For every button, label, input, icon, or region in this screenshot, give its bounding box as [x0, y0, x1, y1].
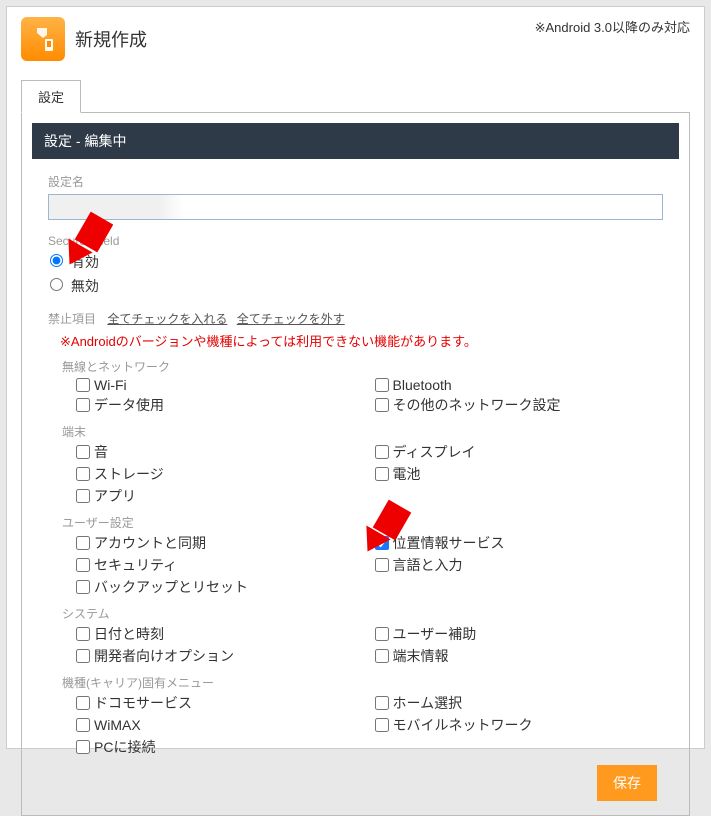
checkbox-label: ドコモサービス	[94, 693, 192, 713]
group-label: ユーザー設定	[62, 514, 663, 531]
checkbox-item[interactable]: 端末情報	[375, 646, 664, 666]
checkbox-label: バックアップとリセット	[94, 577, 248, 597]
checkbox-label: アカウントと同期	[94, 533, 206, 553]
checkbox-input[interactable]	[375, 467, 389, 481]
check-all-link[interactable]: 全てチェックを入れる	[107, 312, 227, 326]
checkbox-item[interactable]: 電池	[375, 464, 664, 484]
group-label: 機種(キャリア)固有メニュー	[62, 674, 663, 691]
checkbox-item[interactable]: 位置情報サービス	[375, 533, 664, 553]
checkbox-input[interactable]	[76, 489, 90, 503]
checkbox-item[interactable]: セキュリティ	[76, 555, 365, 575]
checkbox-input[interactable]	[375, 378, 389, 392]
checkbox-label: Wi-Fi	[94, 377, 127, 393]
checkbox-label: 言語と入力	[393, 555, 463, 575]
checkbox-input[interactable]	[375, 398, 389, 412]
checkbox-input[interactable]	[76, 378, 90, 392]
panel-title: 設定 - 編集中	[32, 123, 679, 159]
checkbox-input[interactable]	[76, 558, 90, 572]
checkbox-input[interactable]	[76, 627, 90, 641]
tab-settings[interactable]: 設定	[21, 80, 81, 113]
warning-text: ※Androidのバージョンや機種によっては利用できない機能があります。	[60, 331, 663, 350]
checkbox-input[interactable]	[76, 649, 90, 663]
checkbox-label: ホーム選択	[393, 693, 463, 713]
checkbox-label: 端末情報	[393, 646, 449, 666]
checkbox-item[interactable]: バックアップとリセット	[76, 577, 365, 597]
checkbox-label: ストレージ	[94, 464, 164, 484]
checkbox-input[interactable]	[375, 696, 389, 710]
checkbox-input[interactable]	[76, 740, 90, 754]
checkbox-item[interactable]: その他のネットワーク設定	[375, 395, 664, 415]
checkbox-label: データ使用	[94, 395, 164, 415]
checkbox-input[interactable]	[76, 398, 90, 412]
checkbox-item[interactable]: ストレージ	[76, 464, 365, 484]
radio-disabled-label: 無効	[71, 278, 99, 294]
checkbox-label: セキュリティ	[94, 555, 177, 575]
checkbox-label: その他のネットワーク設定	[393, 395, 561, 415]
checkbox-item[interactable]: アカウントと同期	[76, 533, 365, 553]
checkbox-input[interactable]	[76, 536, 90, 550]
checkbox-item[interactable]: PCに接続	[76, 737, 365, 757]
checkbox-item[interactable]: 言語と入力	[375, 555, 664, 575]
checkbox-input[interactable]	[375, 718, 389, 732]
checkbox-item[interactable]: 音	[76, 442, 365, 462]
checkbox-label: モバイルネットワーク	[393, 715, 533, 735]
tab-strip: 設定	[21, 79, 690, 113]
checkbox-input[interactable]	[76, 718, 90, 732]
checkbox-input[interactable]	[375, 445, 389, 459]
prohibit-label: 禁止項目	[48, 312, 96, 326]
checkbox-label: 電池	[393, 464, 421, 484]
checkbox-item[interactable]: モバイルネットワーク	[375, 715, 664, 735]
group-label: 無線とネットワーク	[62, 358, 663, 375]
page-title: 新規作成	[75, 26, 147, 52]
checkbox-item[interactable]: アプリ	[76, 486, 365, 506]
compat-note: ※Android 3.0以降のみ対応	[535, 17, 690, 36]
checkbox-item[interactable]: 開発者向けオプション	[76, 646, 365, 666]
checkbox-input[interactable]	[76, 467, 90, 481]
radio-disabled[interactable]: 無効	[50, 278, 99, 294]
shield-label: SecureShield	[48, 234, 663, 248]
checkbox-item[interactable]: 日付と時刻	[76, 624, 365, 644]
checkbox-item[interactable]: Wi-Fi	[76, 377, 365, 393]
group-label: 端末	[62, 423, 663, 440]
checkbox-label: 位置情報サービス	[393, 533, 505, 553]
checkbox-input[interactable]	[375, 558, 389, 572]
checkbox-item[interactable]: ディスプレイ	[375, 442, 664, 462]
checkbox-item[interactable]: ユーザー補助	[375, 624, 664, 644]
checkbox-label: 日付と時刻	[94, 624, 164, 644]
checkbox-label: 開発者向けオプション	[94, 646, 234, 666]
checkbox-input[interactable]	[76, 580, 90, 594]
uncheck-all-link[interactable]: 全てチェックを外す	[237, 312, 345, 326]
checkbox-label: ディスプレイ	[393, 442, 476, 462]
checkbox-label: 音	[94, 442, 108, 462]
checkbox-item[interactable]: Bluetooth	[375, 377, 664, 393]
checkbox-item[interactable]: ドコモサービス	[76, 693, 365, 713]
group-label: システム	[62, 605, 663, 622]
checkbox-input[interactable]	[76, 445, 90, 459]
name-input[interactable]	[48, 194, 663, 220]
checkbox-input[interactable]	[76, 696, 90, 710]
name-label: 設定名	[48, 173, 663, 190]
checkbox-label: Bluetooth	[393, 377, 452, 393]
checkbox-item[interactable]: ホーム選択	[375, 693, 664, 713]
checkbox-item[interactable]: データ使用	[76, 395, 365, 415]
shield-phone-icon	[21, 17, 65, 61]
save-button[interactable]: 保存	[597, 765, 657, 801]
checkbox-label: アプリ	[94, 486, 136, 506]
radio-disabled-input[interactable]	[50, 278, 63, 291]
checkbox-label: WiMAX	[94, 717, 141, 733]
checkbox-input[interactable]	[375, 627, 389, 641]
checkbox-item[interactable]: WiMAX	[76, 715, 365, 735]
checkbox-input[interactable]	[375, 649, 389, 663]
checkbox-label: PCに接続	[94, 737, 155, 757]
checkbox-label: ユーザー補助	[393, 624, 477, 644]
